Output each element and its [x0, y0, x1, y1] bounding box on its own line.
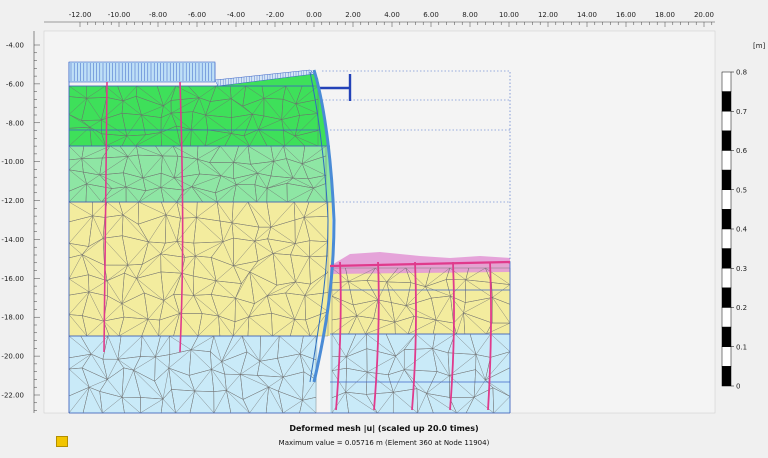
scale-label: 0.5: [736, 186, 747, 194]
scale-segment: [721, 307, 732, 328]
y-tick-label: -4.00: [6, 42, 24, 50]
x-tick-label: -2.00: [266, 11, 284, 19]
scale-label: 0.8: [736, 69, 747, 77]
x-tick-label: 16.00: [616, 11, 636, 19]
x-tick-label: -10.00: [108, 11, 131, 19]
y-tick-label: -10.00: [1, 158, 24, 166]
plot-area[interactable]: -12.00 -10.00 -8.00 -6.00 -4.00 -2.00 0.00 2.00…: [0, 0, 768, 458]
y-tick-label: -22.00: [1, 392, 24, 400]
mesh-viewer: -12.00 -10.00 -8.00 -6.00 -4.00 -2.00 0.00 2.00…: [0, 0, 768, 458]
x-tick-label: 14.00: [577, 11, 597, 19]
x-tick-label: -12.00: [69, 11, 92, 19]
x-tick-label: 8.00: [462, 11, 478, 19]
y-tick-label: -12.00: [1, 197, 24, 205]
x-tick-label: 10.00: [499, 11, 519, 19]
scale-segment: [721, 366, 732, 387]
scale-segment: [721, 287, 732, 308]
x-tick-label: -4.00: [227, 11, 245, 19]
scale-label: 0: [736, 383, 740, 391]
scale-segment: [721, 150, 732, 171]
x-tick-label: 18.00: [655, 11, 675, 19]
scale-segment: [721, 91, 732, 112]
scale-segment: [721, 268, 732, 289]
scale-segment: [721, 209, 732, 230]
plot-caption-title: Deformed mesh |u| (scaled up 20.0 times): [289, 424, 479, 433]
scale-segment: [721, 346, 732, 367]
x-tick-label: 12.00: [538, 11, 558, 19]
scale-segment: [721, 326, 732, 347]
x-tick-label: -8.00: [149, 11, 167, 19]
scale-label: 0.1: [736, 343, 747, 351]
scale-label: 0.3: [736, 265, 747, 273]
layer-sand-fill: [69, 202, 332, 336]
scale-segment: [721, 130, 732, 151]
unit-label: [m]: [753, 42, 766, 50]
x-tick-label: 6.00: [423, 11, 439, 19]
scale-segment: [721, 189, 732, 210]
scale-segment: [721, 71, 732, 92]
scale-segment: [721, 111, 732, 132]
scale-label: 0.6: [736, 147, 748, 155]
scale-label: 0.2: [736, 304, 747, 312]
scale-segment: [721, 248, 732, 269]
y-tick-label: -8.00: [6, 119, 24, 127]
x-tick-label: -6.00: [188, 11, 206, 19]
x-tick-label: 20.00: [694, 11, 714, 19]
y-tick-label: -14.00: [1, 236, 24, 244]
plot-caption-subtitle: Maximum value = 0.05716 m (Element 360 a…: [278, 439, 490, 447]
scale-label: 0.4: [736, 226, 748, 234]
scale-segment: [721, 169, 732, 190]
x-tick-label: 4.00: [384, 11, 400, 19]
y-tick-label: -18.00: [1, 314, 24, 322]
x-tick-label: 2.00: [345, 11, 361, 19]
scale-label: 0.7: [736, 108, 747, 116]
y-tick-label: -20.00: [1, 353, 24, 361]
y-tick-label: -6.00: [6, 80, 24, 88]
scale-segment: [721, 228, 732, 249]
x-tick-label: 0.00: [306, 11, 322, 19]
y-tick-label: -16.00: [1, 275, 24, 283]
